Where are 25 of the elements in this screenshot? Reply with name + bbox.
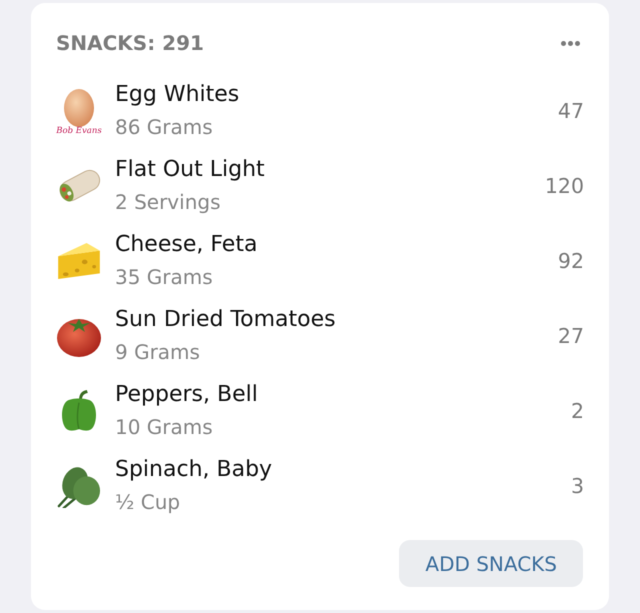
egg-icon [64,88,94,126]
pepper-icon [61,389,97,432]
calorie-count: 2 [570,398,584,424]
food-amount: 35 Grams [115,264,214,291]
more-icon[interactable] [561,40,580,46]
food-name: Flat Out Light [115,156,266,184]
calorie-count: 27 [558,322,584,350]
food-amount: 10 Grams [115,414,214,441]
calorie-count: 3 [570,472,584,500]
calorie-count: 47 [558,98,584,124]
cheese-icon [58,242,100,278]
food-amount: 9 Grams [115,339,201,366]
food-name: Egg Whites [115,81,240,109]
food-name: Sun Dried Tomatoes [115,306,337,334]
food-amount: 2 Servings [115,189,222,216]
calorie-count: 120 [544,172,584,200]
calorie-count: 92 [558,248,584,274]
food-amount: 86 Grams [115,114,214,141]
food-name: Spinach, Baby [115,456,274,484]
add-snacks-button[interactable]: ADD SNACKS [399,540,583,587]
section-title: SNACKS: 291 [56,31,204,55]
food-name: Peppers, Bell [115,381,259,409]
food-name: Cheese, Feta [115,231,258,259]
food-amount: ½ Cup [115,489,182,516]
brand-label: Bob Evans [55,126,103,136]
